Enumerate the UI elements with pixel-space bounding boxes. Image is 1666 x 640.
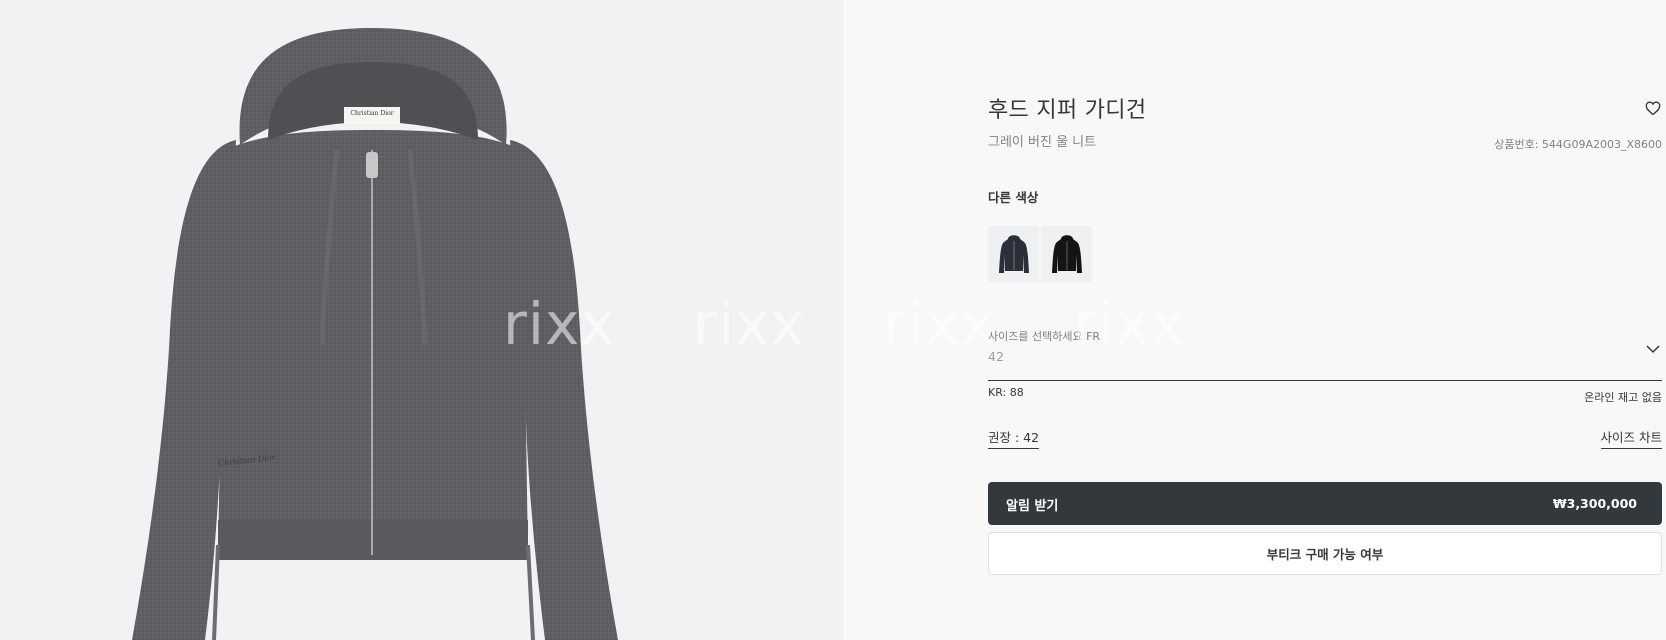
color-swatch-navy[interactable]	[988, 226, 1039, 282]
size-chart-link[interactable]: 사이즈 차트	[1600, 427, 1662, 449]
notify-me-button[interactable]: 알림 받기 ₩3,300,000	[988, 482, 1662, 525]
brand-label: Christian Dior	[350, 110, 394, 117]
stock-status: 온라인 재고 없음	[1584, 391, 1662, 404]
wishlist-button[interactable]	[1644, 99, 1662, 117]
product-image	[132, 28, 618, 640]
boutique-availability-button[interactable]: 부티크 구매 가능 여부	[988, 532, 1662, 575]
other-colors-label: 다른 색상	[988, 190, 1039, 205]
size-selector[interactable]: 사이즈를 선택하세요 FR 42	[988, 322, 1662, 381]
color-swatch-black[interactable]	[1041, 226, 1092, 282]
heart-icon	[1645, 101, 1661, 116]
size-select-value: 42	[988, 349, 1004, 364]
notify-me-label: 알림 받기	[1006, 499, 1059, 514]
kr-size: KR: 88	[988, 386, 1024, 399]
product-reference: 상품번호: 544G09A2003_X8600	[1494, 138, 1662, 151]
size-select-label: 사이즈를 선택하세요 FR	[988, 330, 1101, 343]
product-details-panel: 후드 지퍼 가디건 그레이 버진 울 니트 상품번호: 544G09A2003_…	[843, 0, 1666, 640]
recommended-size-link[interactable]: 권장 : 42	[988, 427, 1040, 449]
color-swatches	[988, 226, 1092, 282]
boutique-availability-label: 부티크 구매 가능 여부	[1266, 547, 1384, 562]
chevron-down-icon	[1646, 345, 1660, 354]
product-image-gallery[interactable]: Christian Dior Christian Dior	[0, 0, 843, 640]
cardigan-thumbnail	[1051, 235, 1082, 273]
cardigan-thumbnail	[998, 235, 1029, 273]
product-title: 후드 지퍼 가디건	[988, 98, 1147, 123]
product-price: ₩3,300,000	[1552, 496, 1637, 511]
product-subtitle: 그레이 버진 울 니트	[988, 135, 1097, 150]
